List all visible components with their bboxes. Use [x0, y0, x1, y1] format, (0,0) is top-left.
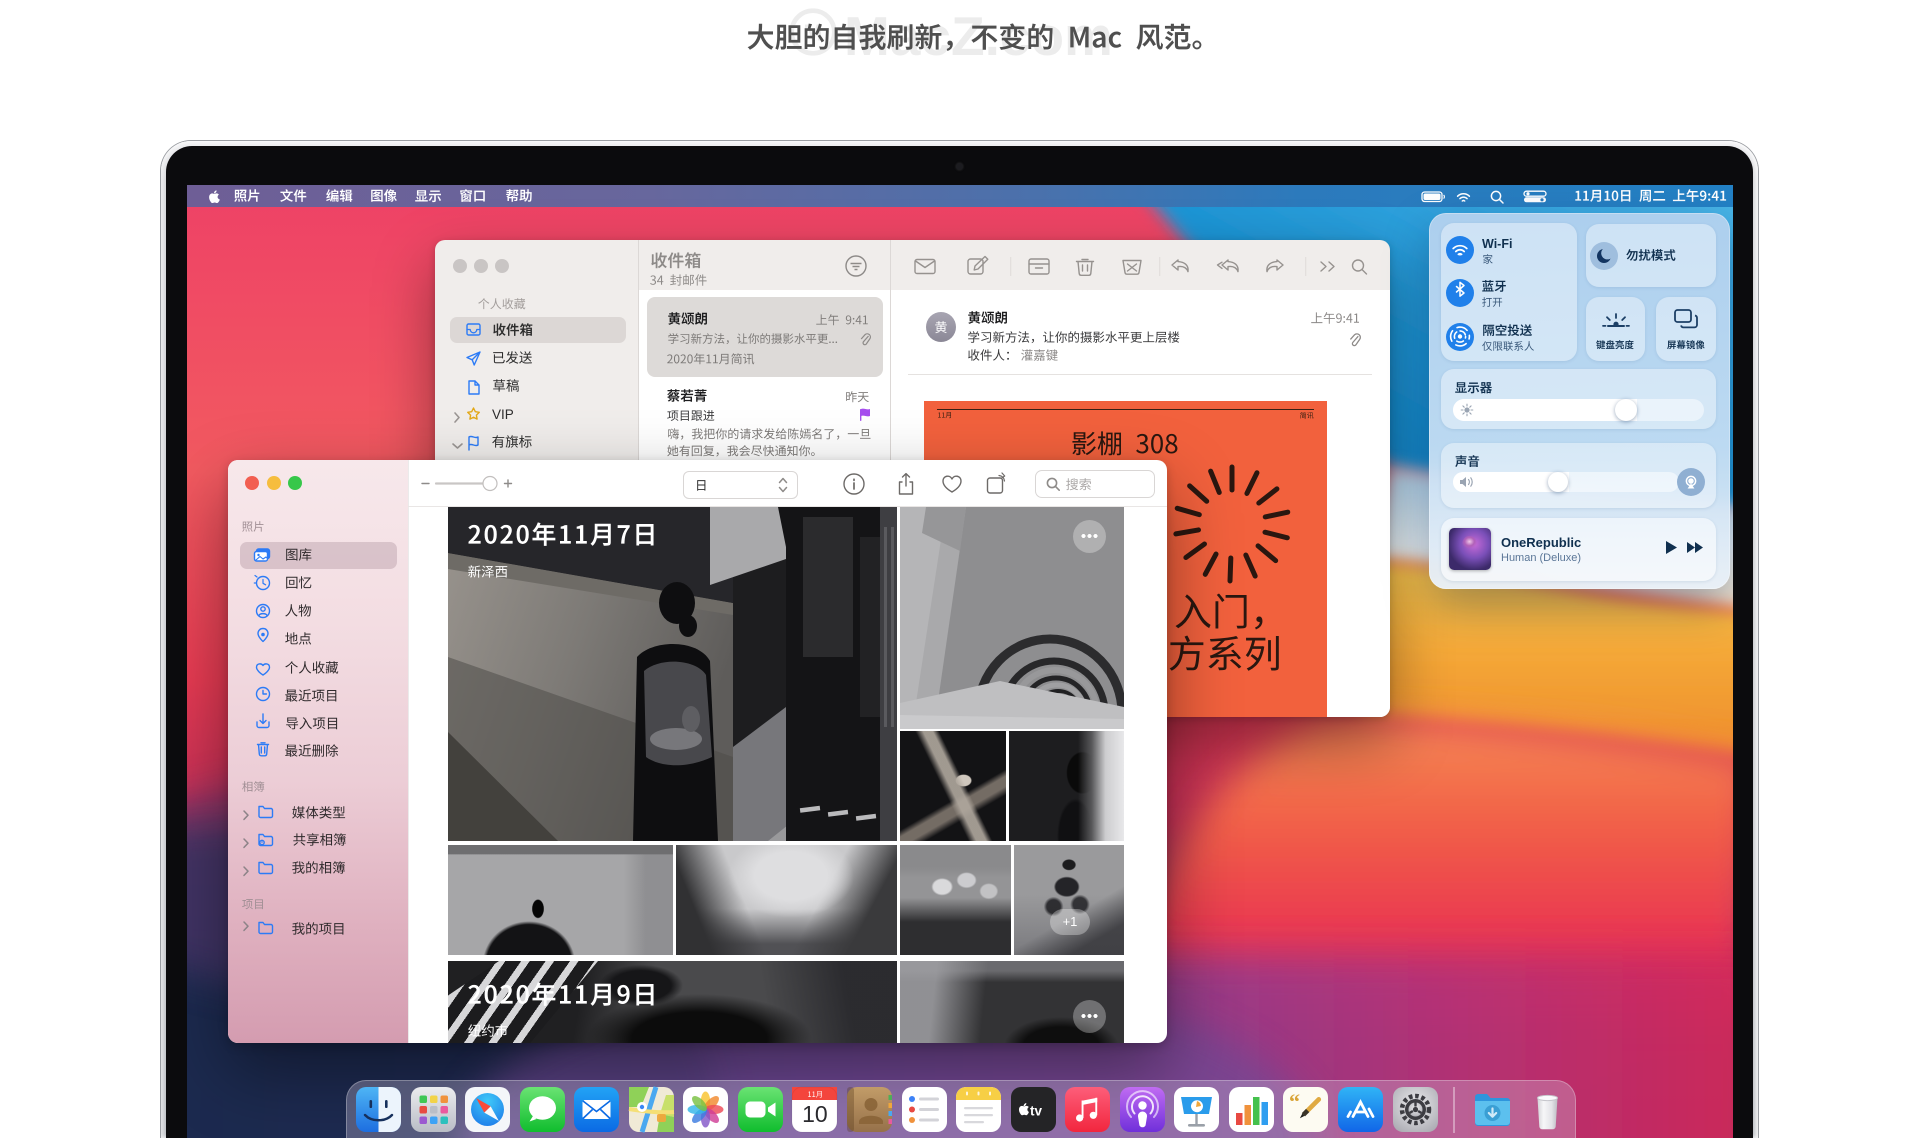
svg-text:tv: tv [1030, 1104, 1042, 1119]
svg-text:“: “ [1289, 1089, 1300, 1114]
